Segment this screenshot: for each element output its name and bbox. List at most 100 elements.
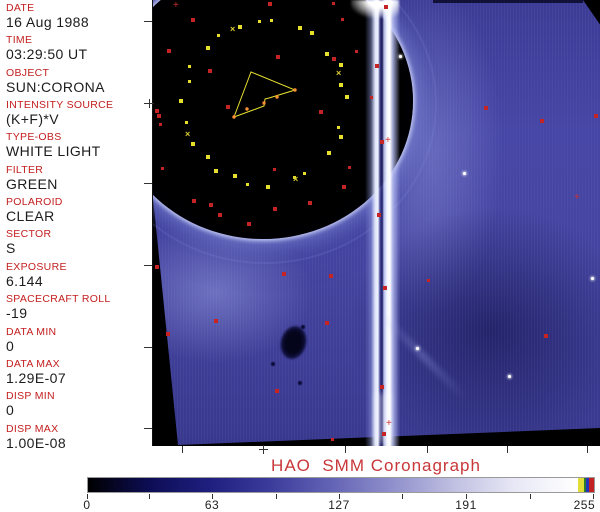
colorbar-end-stripe: [589, 478, 594, 492]
pylon-streak: [365, 0, 400, 446]
metadata-field: OBJECT SUN:CORONA: [6, 67, 152, 95]
metadata-field: DATA MAX 1.29E-07: [6, 358, 152, 386]
red-ring-dot: [191, 199, 196, 204]
field-label: DISP MIN: [6, 390, 55, 402]
red-ring-dot: [379, 139, 384, 144]
grid-fiducial-dot: [217, 213, 222, 218]
red-ring-dot: [158, 123, 162, 127]
red-ring-dot: [347, 166, 351, 170]
grid-fiducial-dot: [207, 68, 212, 73]
red-ring-dot: [374, 63, 379, 68]
yellow-ring-dot: [266, 184, 271, 189]
field-label: TYPE-OBS: [6, 131, 62, 143]
red-ring-dot: [308, 201, 313, 206]
red-ring-dot: [166, 49, 171, 54]
yellow-ring-dot: [258, 20, 262, 24]
colorbar-tick-label: 63: [204, 498, 220, 512]
red-ring-dot: [161, 166, 165, 170]
metadata-sidebar: DATE 16 Aug 1988 TIME 03:29:50 UT OBJECT SUN:…: [0, 0, 152, 455]
red-plus-mark: +: [574, 192, 580, 203]
pylon-top-flare: [351, 0, 399, 18]
field-label: POLAROID: [6, 196, 63, 208]
metadata-field: TYPE-OBS WHITE LIGHT: [6, 131, 152, 159]
colorbar-tick-label: 0: [83, 498, 91, 512]
axis-cross-bottom: [263, 445, 264, 454]
yellow-ring-dot: [303, 171, 307, 175]
field-label: DATA MIN: [6, 326, 57, 338]
metadata-field: DATA MIN 0: [6, 326, 152, 354]
yellow-ring-dot: [206, 46, 211, 51]
grid-fiducial-dot: [226, 104, 231, 109]
grid-fiducial-dot: [330, 437, 334, 441]
grid-fiducial-dot: [274, 388, 279, 393]
colorbar-tick: [530, 494, 531, 499]
yellow-ring-dot: [338, 63, 343, 68]
grid-fiducial-dot: [319, 109, 324, 114]
yellow-ring-dot: [191, 141, 196, 146]
small-dark-spot: [271, 362, 275, 366]
field-value: CLEAR: [6, 208, 55, 224]
field-value: 1.29E-07: [6, 370, 67, 386]
colorbar-tick-label: 127: [328, 498, 350, 512]
grid-fiducial-dot: [332, 56, 337, 61]
axis-tick-bottom: [427, 446, 428, 453]
red-ring-dot: [191, 18, 196, 23]
yellow-ring-dot: [179, 98, 184, 103]
metadata-field: INTENSITY SOURCE (K+F)*V: [6, 99, 152, 127]
axis-tick-bottom: [182, 446, 183, 453]
field-label: EXPOSURE: [6, 261, 67, 273]
red-ring-dot: [370, 95, 374, 99]
axis-tick-bottom: [345, 446, 346, 453]
grid-fiducial-dot: [267, 1, 272, 6]
colorbar-tick: [276, 494, 277, 499]
field-value: (K+F)*V: [6, 111, 59, 127]
grid-fiducial-dot: [328, 273, 333, 278]
yellow-ring-dot: [298, 26, 303, 31]
metadata-field: DISP MAX 1.00E-08: [6, 423, 152, 451]
coronagraph-image-display: + + + + × × × ×: [152, 0, 600, 446]
yellow-ring-dot: [245, 183, 249, 187]
field-value: S: [6, 240, 16, 256]
field-label: DATA MAX: [6, 358, 60, 370]
grid-fiducial-dot: [594, 113, 599, 118]
grid-fiducial-dot: [156, 113, 161, 118]
grid-fiducial-dot: [543, 334, 548, 339]
metadata-field: POLAROID CLEAR: [6, 196, 152, 224]
field-value: 16 Aug 1988: [6, 14, 90, 30]
axis-tick-left: [144, 183, 152, 184]
metadata-field: FILTER GREEN: [6, 164, 152, 192]
yellow-ring-dot: [324, 52, 329, 57]
grid-fiducial-dot: [325, 320, 330, 325]
pointing-marker-polygon: [232, 71, 297, 119]
grid-fiducial-dot: [165, 332, 170, 337]
small-dark-spot: [301, 325, 305, 329]
axis-tick-left: [144, 21, 152, 22]
yellow-ring-dot: [188, 65, 192, 69]
metadata-field: SPACECRAFT ROLL -19: [6, 293, 152, 321]
red-plus-mark: +: [173, 0, 179, 11]
axis-cross-left: [149, 99, 150, 108]
yellow-ring-dot: [327, 150, 332, 155]
smm-coronagraph-viewer: DATE 16 Aug 1988 TIME 03:29:50 UT OBJECT SUN:…: [0, 0, 600, 512]
grid-fiducial-dot: [376, 213, 381, 218]
grid-fiducial-dot: [483, 105, 488, 110]
field-value: WHITE LIGHT: [6, 143, 101, 159]
yellow-x-mark: ×: [230, 24, 236, 34]
yellow-ring-dot: [233, 174, 238, 179]
star-point: [591, 277, 594, 280]
red-ring-dot: [155, 109, 160, 114]
colorbar-tick: [402, 494, 403, 499]
grid-fiducial-dot: [214, 319, 219, 324]
yellow-ring-dot: [205, 155, 210, 160]
yellow-ring-dot: [185, 121, 189, 125]
yellow-ring-dot: [345, 94, 350, 99]
red-ring-dot: [272, 206, 277, 211]
axis-tick-left: [144, 265, 152, 266]
star-point: [463, 172, 466, 175]
field-label: SPACECRAFT ROLL: [6, 293, 111, 305]
yellow-x-mark: ×: [293, 174, 299, 184]
star-point: [416, 347, 419, 350]
grid-fiducial-dot: [383, 286, 388, 291]
colorbar-tick-label: 191: [455, 498, 477, 512]
yellow-x-mark: ×: [185, 129, 191, 139]
